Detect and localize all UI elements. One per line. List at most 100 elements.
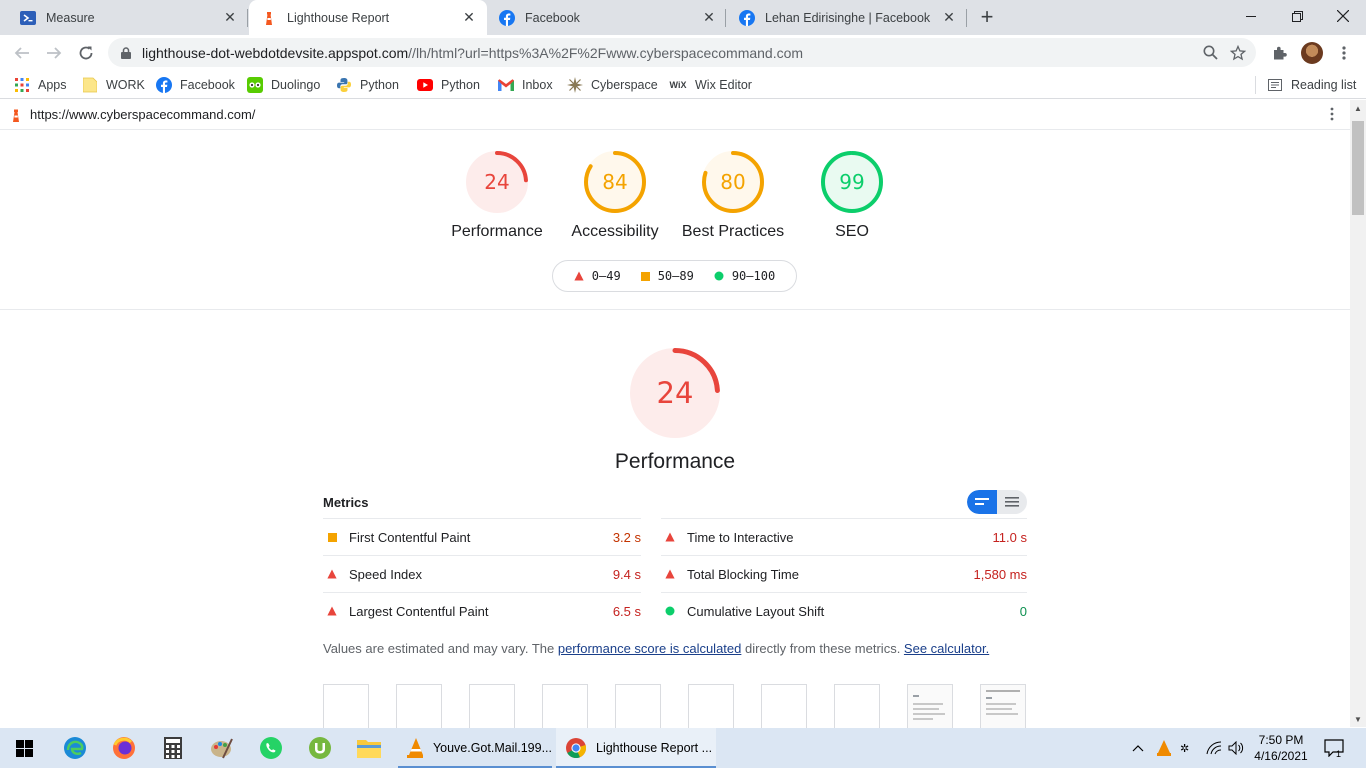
paint-taskbar-button[interactable]	[198, 728, 246, 768]
gauge-label: Best Practices	[681, 223, 785, 240]
network-tray-icon[interactable]	[1206, 728, 1222, 768]
firefox-taskbar-button[interactable]	[100, 728, 148, 768]
tab-separator	[725, 9, 726, 27]
forward-button[interactable]	[40, 39, 68, 67]
bookmark-cyberspace[interactable]: Cyberspace	[567, 75, 658, 95]
scroll-up-arrow-icon[interactable]: ▲	[1350, 100, 1366, 116]
bookmark-facebook[interactable]: Facebook	[156, 75, 235, 95]
duolingo-icon	[247, 77, 263, 93]
profile-avatar[interactable]	[1301, 42, 1323, 64]
back-button[interactable]	[8, 39, 36, 67]
zoom-search-button[interactable]	[1196, 39, 1224, 67]
legend-label: 0–49	[591, 269, 621, 283]
scroll-down-arrow-icon[interactable]: ▼	[1350, 711, 1366, 727]
facebook-icon	[739, 9, 755, 26]
metric-name: Cumulative Layout Shift	[687, 603, 825, 619]
see-calculator-link[interactable]: See calculator.	[904, 641, 989, 656]
volume-tray-icon[interactable]	[1228, 728, 1244, 768]
bookmark-work[interactable]: WORK	[82, 75, 145, 95]
metric-name: Time to Interactive	[687, 529, 794, 545]
bookmark-apps[interactable]: Apps	[14, 75, 67, 95]
keyboard-language-icon: ✲	[1180, 742, 1190, 755]
tab-measure[interactable]: Measure ✕	[8, 0, 248, 35]
bookmark-wix-editor[interactable]: WiX Wix Editor	[669, 75, 752, 95]
gauge-performance[interactable]: 24 Performance	[451, 150, 543, 250]
chrome-menu-button[interactable]	[1330, 39, 1358, 67]
back-arrow-icon	[14, 47, 29, 59]
restore-button[interactable]	[1274, 0, 1320, 32]
tab-title: Measure	[46, 10, 95, 25]
star-icon	[1230, 44, 1246, 60]
bookmark-duolingo[interactable]: Duolingo	[247, 75, 320, 95]
gauge-seo[interactable]: 99 SEO	[820, 150, 884, 250]
firefox-icon	[113, 737, 135, 759]
green-circle-icon	[714, 271, 724, 281]
bookmark-label: Duolingo	[271, 78, 321, 92]
file-explorer-taskbar-button[interactable]	[345, 728, 393, 768]
metric-value: 0	[1019, 603, 1027, 619]
filmstrip-frame-screenshot	[907, 684, 953, 729]
whatsapp-icon	[260, 737, 282, 759]
calculator-taskbar-button[interactable]	[149, 728, 197, 768]
address-bar[interactable]: lighthouse-dot-webdotdevsite.appspot.com…	[108, 38, 1256, 67]
expanded-view-button[interactable]	[997, 490, 1027, 514]
bookmark-star-button[interactable]	[1224, 39, 1252, 67]
report-menu-button[interactable]	[1330, 107, 1334, 124]
filmstrip-frame	[688, 684, 734, 729]
gauge-accessibility[interactable]: 84 Accessibility	[571, 150, 659, 250]
gauge-best-practices[interactable]: 80 Best Practices	[682, 150, 784, 250]
tab-title: Facebook	[525, 10, 580, 25]
metrics-view-toggle[interactable]	[967, 490, 1027, 514]
close-icon[interactable]: ✕	[701, 9, 717, 26]
bookmark-inbox[interactable]: Inbox	[498, 75, 553, 95]
minimize-button[interactable]	[1228, 0, 1274, 32]
report-url: https://www.cyberspacecommand.com/	[30, 107, 256, 122]
vlc-taskbar-app[interactable]: Youve.Got.Mail.199...	[398, 728, 552, 768]
bookmark-python-1[interactable]: Python	[336, 75, 399, 95]
gmail-icon	[498, 77, 514, 93]
scrollbar-thumb[interactable]	[1352, 121, 1364, 215]
input-language-indicator[interactable]: ✲	[1180, 728, 1189, 768]
whatsapp-taskbar-button[interactable]	[247, 728, 295, 768]
restore-icon	[1291, 10, 1303, 22]
bookmark-python-2[interactable]: Python	[417, 75, 480, 95]
close-icon[interactable]: ✕	[941, 9, 957, 26]
close-window-button[interactable]	[1320, 0, 1366, 32]
bookmarks-bar: Apps WORK Facebook Duolingo Python Pytho…	[0, 70, 1366, 99]
red-triangle-icon	[665, 569, 675, 579]
tab-lehan-facebook[interactable]: Lehan Edirisinghe | Facebook ✕	[727, 0, 967, 35]
kebab-menu-icon	[1342, 46, 1346, 60]
tab-facebook[interactable]: Facebook ✕	[487, 0, 727, 35]
utorrent-taskbar-button[interactable]	[296, 728, 344, 768]
python-icon	[336, 77, 352, 93]
start-button[interactable]	[0, 728, 48, 768]
reload-button[interactable]	[72, 39, 100, 67]
metric-total-blocking-time: Total Blocking Time 1,580 ms	[661, 555, 1027, 592]
clock-date: 4/16/2021	[1254, 749, 1308, 763]
reload-icon	[79, 46, 93, 60]
tab-lighthouse-report[interactable]: Lighthouse Report ✕	[249, 0, 487, 35]
new-tab-button[interactable]: +	[975, 4, 999, 29]
chrome-taskbar-app[interactable]: Lighthouse Report ...	[556, 728, 716, 768]
orange-square-icon	[327, 532, 337, 542]
score-calculated-link[interactable]: performance score is calculated	[558, 641, 742, 656]
action-center-button[interactable]: 1	[1324, 728, 1344, 768]
close-icon[interactable]: ✕	[461, 9, 477, 26]
search-icon	[1203, 45, 1218, 60]
lock-icon	[120, 46, 132, 59]
edge-taskbar-button[interactable]	[51, 728, 99, 768]
vlc-tray-icon[interactable]	[1156, 728, 1172, 768]
legend-fail: 0–49	[574, 269, 621, 283]
bookmark-label: Apps	[38, 78, 67, 92]
filmstrip-frame	[469, 684, 515, 729]
performance-gauge-large: 24 Performance	[615, 347, 735, 477]
reading-list-button[interactable]: Reading list	[1267, 75, 1356, 95]
close-icon[interactable]: ✕	[222, 9, 238, 26]
compact-view-button[interactable]	[967, 490, 997, 514]
taskbar-clock[interactable]: 7:50 PM 4/16/2021	[1246, 732, 1316, 764]
show-hidden-icons-button[interactable]	[1132, 728, 1144, 768]
extensions-button[interactable]	[1266, 39, 1294, 67]
taskbar-app-title: Lighthouse Report ...	[596, 741, 713, 755]
browser-toolbar: lighthouse-dot-webdotdevsite.appspot.com…	[0, 35, 1366, 70]
tab-title: Lehan Edirisinghe | Facebook	[765, 10, 931, 25]
